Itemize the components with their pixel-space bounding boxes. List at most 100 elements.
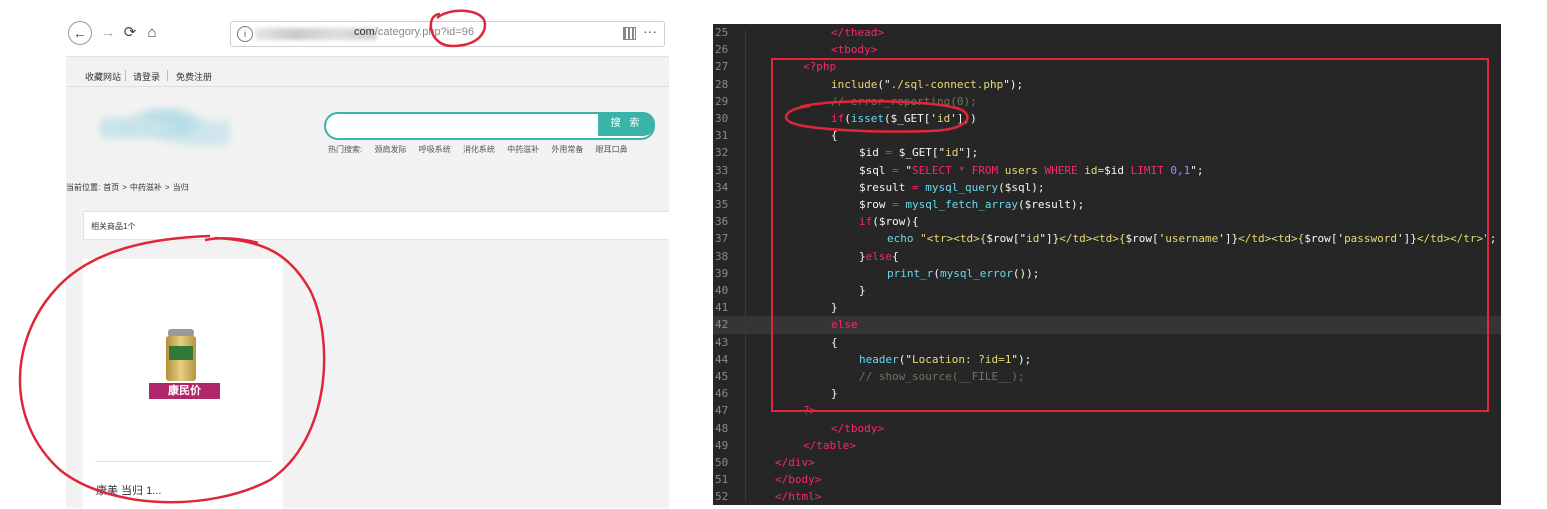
breadcrumb: 当前位置: 首页 > 中药滋补 > 当归: [66, 182, 192, 193]
related-count-bar: 相关商品1个: [83, 211, 669, 240]
code-text: </body>: [775, 471, 821, 488]
code-line[interactable]: 52 </html>: [713, 488, 1501, 505]
breadcrumb-category[interactable]: 中药滋补: [130, 183, 162, 192]
hot-search-item[interactable]: 消化系统: [463, 145, 495, 154]
product-card[interactable]: 康民价 康美 当归 1...: [83, 259, 283, 508]
promo-badge: 康民价: [149, 383, 220, 399]
code-token: div: [788, 456, 809, 469]
code-token: </: [775, 473, 789, 487]
line-number: 28: [715, 77, 729, 91]
line-number: 45: [715, 370, 729, 383]
hot-search-item[interactable]: 眼耳口鼻: [596, 145, 628, 154]
hot-search-item[interactable]: 外用常备: [551, 145, 583, 154]
line-number: 34: [715, 180, 729, 194]
divider: [125, 70, 126, 81]
line-number: 27: [715, 60, 729, 74]
info-icon[interactable]: i: [237, 26, 253, 42]
line-number: 50: [715, 456, 729, 469]
site-logo[interactable]: [100, 104, 230, 152]
code-text: </thead>: [831, 24, 884, 41]
code-line[interactable]: 48 </tbody>: [713, 420, 1501, 437]
hot-search-item[interactable]: 中药滋补: [507, 145, 539, 154]
line-number: 43: [715, 335, 729, 349]
line-number: 25: [715, 26, 729, 39]
code-token: >: [849, 438, 856, 452]
breadcrumb-sep: >: [164, 183, 170, 192]
line-number: 35: [715, 198, 729, 211]
line-number: 32: [715, 146, 729, 160]
code-token: >: [870, 43, 878, 57]
breadcrumb-home[interactable]: 首页: [103, 183, 119, 192]
line-number: 33: [715, 163, 729, 177]
line-number: 38: [715, 249, 729, 263]
code-line[interactable]: 51 </body>: [713, 471, 1501, 488]
code-token: >: [877, 26, 884, 39]
register-link[interactable]: 免费注册: [176, 70, 212, 83]
product-image[interactable]: [166, 329, 196, 381]
line-number: 36: [715, 215, 729, 229]
code-token: </: [775, 490, 789, 504]
hot-search-item[interactable]: 呼吸系统: [419, 145, 451, 154]
code-token: >: [877, 421, 884, 435]
line-number: 40: [715, 284, 729, 297]
line-number: 46: [715, 387, 729, 401]
line-number: 31: [715, 129, 729, 143]
code-text: </html>: [775, 488, 821, 505]
line-number: 41: [715, 301, 729, 315]
line-number: 42: [715, 318, 729, 332]
browser-window: ← → ⟳ ⌂ i com/category.php?id=96 ··· 收藏网…: [66, 12, 669, 508]
indent-guide: [745, 30, 746, 502]
code-token: </: [803, 438, 817, 452]
address-bar[interactable]: i com/category.php?id=96 ···: [230, 21, 665, 47]
code-text: </table>: [803, 437, 856, 454]
code-text: <tbody>: [831, 41, 877, 58]
code-line[interactable]: 50 </div>: [713, 454, 1501, 471]
code-line[interactable]: 49 </table>: [713, 437, 1501, 454]
code-token: <: [831, 43, 838, 57]
url-query: ?id=96: [440, 26, 474, 38]
search-button[interactable]: 搜 索: [598, 112, 655, 136]
reload-button[interactable]: ⟳: [118, 21, 142, 45]
line-number: 47: [715, 404, 729, 418]
code-token: ;: [1489, 232, 1497, 246]
hot-search-item[interactable]: 颈肩发际: [374, 145, 406, 154]
login-link[interactable]: 请登录: [133, 70, 160, 83]
highlight-box-annotation: [771, 58, 1489, 412]
line-number: 51: [715, 473, 729, 487]
site-top-nav: 收藏网站 请登录 免费注册: [66, 64, 669, 87]
home-button[interactable]: ⌂: [140, 21, 164, 45]
divider: [95, 461, 273, 462]
code-token: </: [775, 456, 789, 469]
url-text: com/category.php?id=96: [354, 26, 474, 38]
code-token: body: [788, 473, 815, 487]
browser-toolbar: ← → ⟳ ⌂ i com/category.php?id=96 ···: [66, 12, 669, 57]
forward-button[interactable]: →: [96, 21, 120, 45]
code-token: table: [816, 438, 850, 452]
breadcrumb-current: 当归: [172, 183, 189, 192]
related-count-label: 相关商品1个: [91, 222, 136, 231]
product-name-link[interactable]: 康美 当归 1...: [96, 482, 161, 498]
qr-code-icon[interactable]: [623, 27, 636, 40]
line-number: 48: [715, 421, 729, 435]
code-text: </div>: [775, 454, 815, 471]
code-token: tbody: [837, 43, 871, 57]
code-line[interactable]: 25 </thead>: [713, 24, 1501, 41]
breadcrumb-label: 当前位置:: [66, 183, 101, 192]
code-token: >: [814, 490, 822, 504]
bookmark-link[interactable]: 收藏网站: [85, 70, 121, 83]
back-button[interactable]: ←: [68, 21, 92, 45]
code-text: </tbody>: [831, 420, 884, 437]
code-token: tbody: [844, 421, 878, 435]
url-path: /category.php: [374, 26, 441, 38]
hot-search-label: 热门搜索:: [328, 145, 363, 154]
code-line[interactable]: 26 <tbody>: [713, 41, 1501, 58]
code-token: >: [808, 456, 815, 469]
divider: [167, 70, 168, 81]
more-icon[interactable]: ···: [643, 23, 657, 39]
code-token: html: [788, 490, 815, 504]
code-token: </: [831, 26, 845, 39]
search-box[interactable]: 搜 索: [324, 112, 655, 140]
line-number: 30: [715, 112, 729, 125]
line-number: 52: [715, 490, 729, 504]
line-number: 29: [715, 94, 729, 108]
